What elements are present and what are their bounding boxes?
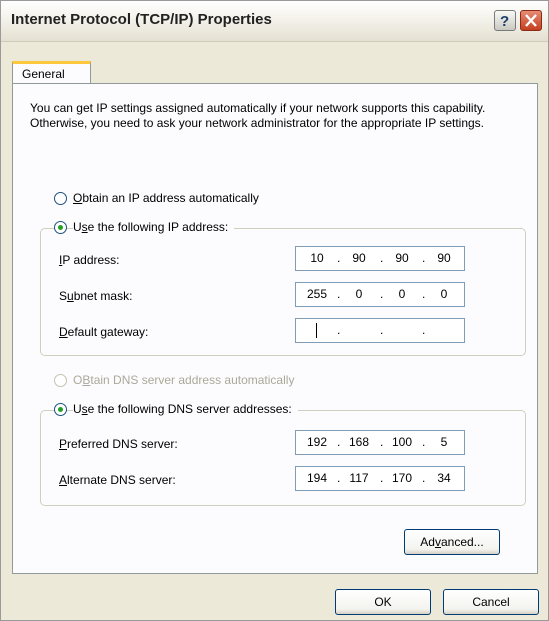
octet-4: 34 [437,471,451,485]
octet-1: 255 [306,287,328,301]
subnet-mask-label: Subnet mask: [59,289,133,303]
dialog-window: Internet Protocol (TCP/IP) Properties ? … [0,0,549,621]
octet-2: 168 [348,435,370,449]
dot: . [380,435,384,449]
radio-circle [54,192,67,205]
close-button[interactable] [520,10,542,31]
obtain-ip-auto-label: Obtain an IP address automatically [73,191,265,205]
dot: . [422,287,426,301]
octet-1: 194 [306,471,328,485]
radio-circle-selected [54,221,67,234]
window-title: Internet Protocol (TCP/IP) Properties [11,11,272,28]
octet-4: 5 [440,435,448,449]
preferred-dns-field[interactable]: 192. 168. 100. 5 [295,430,465,455]
ip-address-label: IP address: [59,253,120,267]
octet-2: 90 [352,251,366,265]
octet-2: 0 [355,287,363,301]
octet-1: 10 [310,251,324,265]
radio-circle-disabled [54,374,67,387]
octet-3: 0 [398,287,406,301]
dot: . [380,471,384,485]
use-dns-label: Use the following DNS server addresses: [73,402,298,416]
dot: . [337,471,341,485]
title-bar[interactable]: Internet Protocol (TCP/IP) Properties ? [1,1,548,42]
dns-server-group [40,410,526,506]
radio-circle-selected [54,403,67,416]
preferred-dns-label: Preferred DNS server: [59,437,178,451]
dot: . [380,287,384,301]
alternate-dns-field[interactable]: 194. 117. 170. 34 [295,466,465,491]
alternate-dns-label: Alternate DNS server: [59,473,176,487]
default-gateway-label: Default gateway: [59,325,149,339]
octet-3: 100 [391,435,413,449]
close-icon [525,14,537,27]
tab-general-label: General [22,67,65,81]
dot: . [422,435,426,449]
text-cursor [316,323,317,338]
dot: . [337,435,341,449]
dot: . [422,323,426,337]
help-button[interactable]: ? [494,10,516,31]
dot: . [337,323,341,337]
advanced-button[interactable]: Advanced... [404,529,500,555]
dot: . [380,251,384,265]
octet-3: 90 [395,251,409,265]
obtain-dns-auto-label: OBtain DNS server address automatically [73,373,301,387]
use-ip-label: Use the following IP address: [73,220,235,234]
question-icon: ? [500,13,509,30]
dot: . [337,251,341,265]
dot: . [380,323,384,337]
octet-4: 90 [437,251,451,265]
default-gateway-field[interactable]: . . . [295,318,465,343]
dot: . [422,471,426,485]
ok-button[interactable]: OK [335,589,431,615]
cancel-button[interactable]: Cancel [443,589,539,615]
octet-3: 170 [391,471,413,485]
octet-4: 0 [440,287,448,301]
subnet-mask-field[interactable]: 255. 0. 0. 0 [295,282,465,307]
intro-text: You can get IP settings assigned automat… [30,101,486,130]
octet-2: 117 [349,471,369,485]
ip-address-field[interactable]: 10. 90. 90. 90 [295,246,465,271]
tab-general[interactable]: General [12,61,91,83]
svg-text:?: ? [500,13,509,30]
dot: . [422,251,426,265]
octet-1: 192 [306,435,328,449]
dot: . [337,287,341,301]
